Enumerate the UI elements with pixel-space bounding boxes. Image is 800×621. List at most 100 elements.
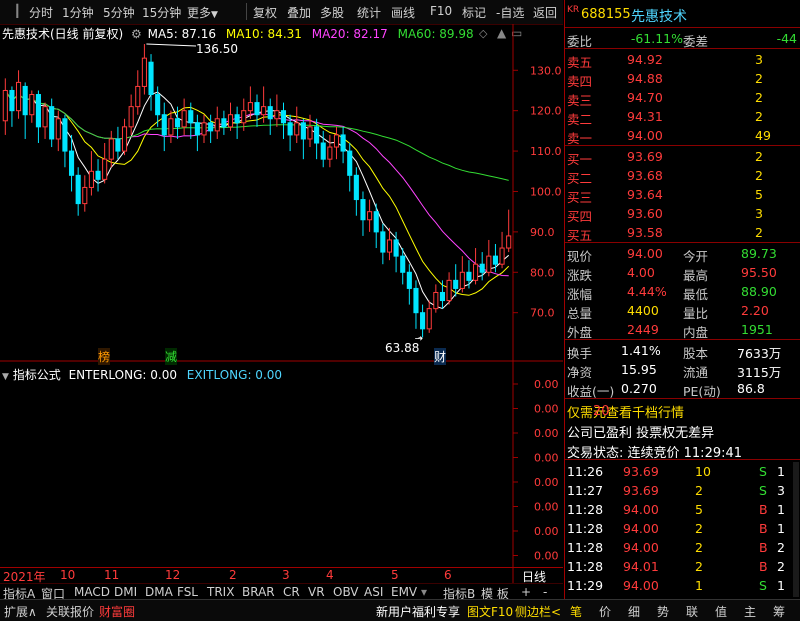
tab-main[interactable]: 主 xyxy=(744,603,756,620)
tick-time: 11:29 xyxy=(567,578,604,593)
tab-emv[interactable]: EMV xyxy=(391,585,417,599)
stat-value: 89.73 xyxy=(741,246,777,261)
tick-side: B xyxy=(759,521,768,536)
ask-volume: 3 xyxy=(755,52,763,67)
quote-stat-row: 总量 4400 量比 2.20 xyxy=(565,301,800,321)
candle-body xyxy=(393,239,399,257)
marker-rank[interactable]: 榜 xyxy=(98,348,111,365)
candle-body xyxy=(241,110,247,124)
y-tick-label: 90.0 xyxy=(530,226,555,239)
candle-body xyxy=(439,291,446,302)
tab-price[interactable]: 价 xyxy=(599,603,611,620)
candle-body xyxy=(155,94,161,116)
indicator-tick-label: 0.00 xyxy=(534,403,559,416)
exitlong-label: EXITLONG: 0.00 xyxy=(186,368,283,382)
indicator-title: 指标公式 xyxy=(12,368,61,382)
candle-body xyxy=(141,57,147,87)
wealth-circle-button[interactable]: 财富圈 xyxy=(99,603,135,620)
candle-body xyxy=(314,126,320,144)
enterlong-label: ENTERLONG: 0.00 xyxy=(68,368,177,382)
tick-price: 93.69 xyxy=(623,483,659,498)
candle-body xyxy=(300,122,306,140)
candle-body xyxy=(506,235,512,249)
candle-body xyxy=(492,255,498,265)
related-quote-button[interactable]: 关联报价 xyxy=(46,603,94,620)
indicator-tick-label: 0.00 xyxy=(534,378,559,391)
candle-body xyxy=(327,146,333,160)
expand-button[interactable]: 扩展∧ xyxy=(4,603,37,620)
promo-row[interactable]: 仅需 20 元查看千档行情 xyxy=(565,400,800,421)
tab-value[interactable]: 值 xyxy=(715,603,727,620)
ask-row: 卖一 94.00 49 xyxy=(565,126,800,146)
candle-body xyxy=(234,114,240,124)
candle-body xyxy=(360,199,366,221)
tab-chips[interactable]: 筹 xyxy=(773,603,785,620)
tab-detail[interactable]: 细 xyxy=(628,603,640,620)
ask-row: 卖五 94.92 3 xyxy=(565,50,800,70)
marker-reduce[interactable]: 减 xyxy=(165,348,178,365)
indicator-tick-label: 0.00 xyxy=(534,452,559,465)
candle-body xyxy=(261,106,267,116)
y-tick-label: 100.0 xyxy=(530,185,562,198)
tick-side: B xyxy=(759,540,768,555)
wb-value: -61.11% xyxy=(630,31,683,46)
trade-tick-row: 11:28 94.00 2 B 1 xyxy=(565,519,800,538)
indicator-caret-icon[interactable]: ▼ xyxy=(2,372,9,382)
indicator-tick-label: 0.00 xyxy=(534,501,559,514)
tick-volume: 10 xyxy=(695,464,711,479)
tab-vr[interactable]: VR xyxy=(308,585,325,599)
bid-price: 93.58 xyxy=(627,225,663,240)
candle-body xyxy=(340,134,346,152)
candle-body xyxy=(35,94,41,128)
candle-body xyxy=(181,110,187,128)
candle-body xyxy=(466,271,472,281)
candle-body xyxy=(459,271,465,289)
tick-count: 2 xyxy=(777,559,785,574)
ask-volume: 2 xyxy=(755,109,763,124)
tab-link[interactable]: 联 xyxy=(686,603,698,620)
candle-body xyxy=(201,122,207,136)
sidebar-toggle-button[interactable]: 侧边栏< xyxy=(515,603,561,620)
tab-brar[interactable]: BRAR xyxy=(242,585,275,599)
ask-row: 卖三 94.70 2 xyxy=(565,88,800,108)
stat-value: 88.90 xyxy=(741,284,777,299)
tab-obv[interactable]: OBV xyxy=(333,585,359,599)
fund-value: 86.8 xyxy=(737,381,765,396)
tab-fsl[interactable]: FSL xyxy=(177,585,198,599)
marker-finance[interactable]: 财 xyxy=(434,348,447,365)
x-label: 2 xyxy=(229,568,237,582)
tick-count: 1 xyxy=(777,521,785,536)
tab-asi[interactable]: ASI xyxy=(364,585,383,599)
tab-dmi[interactable]: DMI xyxy=(114,585,137,599)
candle-body xyxy=(168,118,174,136)
quote-stat-row: 涨跌 4.00 最高 95.50 xyxy=(565,263,800,283)
tab-macd[interactable]: MACD xyxy=(74,585,110,599)
caret-down-icon[interactable]: ▾ xyxy=(421,585,427,599)
stat-value: 95.50 xyxy=(741,265,777,280)
f10-graphic-button[interactable]: 图文F10 xyxy=(467,603,513,620)
trade-tick-row: 11:29 94.00 1 S 1 xyxy=(565,576,800,595)
tab-trades[interactable]: 笔 xyxy=(570,603,582,620)
bid-row: 买一 93.69 2 xyxy=(565,147,800,167)
tab-trend[interactable]: 势 xyxy=(657,603,669,620)
stat-value: 4400 xyxy=(627,303,659,318)
tick-count: 2 xyxy=(777,540,785,555)
tab-dma[interactable]: DMA xyxy=(145,585,173,599)
tick-side: S xyxy=(759,578,767,593)
kline-chart[interactable]: → 130.0120.0110.0100.090.080.070.0 0.000… xyxy=(0,0,563,583)
candle-body xyxy=(174,118,181,128)
candle-body xyxy=(95,170,101,180)
tab-trix[interactable]: TRIX xyxy=(207,585,234,599)
zoom-in-button[interactable]: + xyxy=(521,585,531,599)
tick-time: 11:28 xyxy=(567,540,604,555)
stock-name: 先惠技术 xyxy=(631,9,687,25)
candle-body xyxy=(2,89,8,122)
zoom-out-button[interactable]: - xyxy=(543,585,547,599)
tick-volume: 2 xyxy=(695,559,703,574)
candle-body xyxy=(426,308,432,330)
ask-volume: 2 xyxy=(755,71,763,86)
new-user-benefit-link[interactable]: 新用户福利专享 xyxy=(376,603,460,620)
tab-cr[interactable]: CR xyxy=(283,585,300,599)
trade-tick-row: 11:28 94.00 2 B 2 xyxy=(565,538,800,557)
fund-value: 0.270 xyxy=(621,381,657,396)
